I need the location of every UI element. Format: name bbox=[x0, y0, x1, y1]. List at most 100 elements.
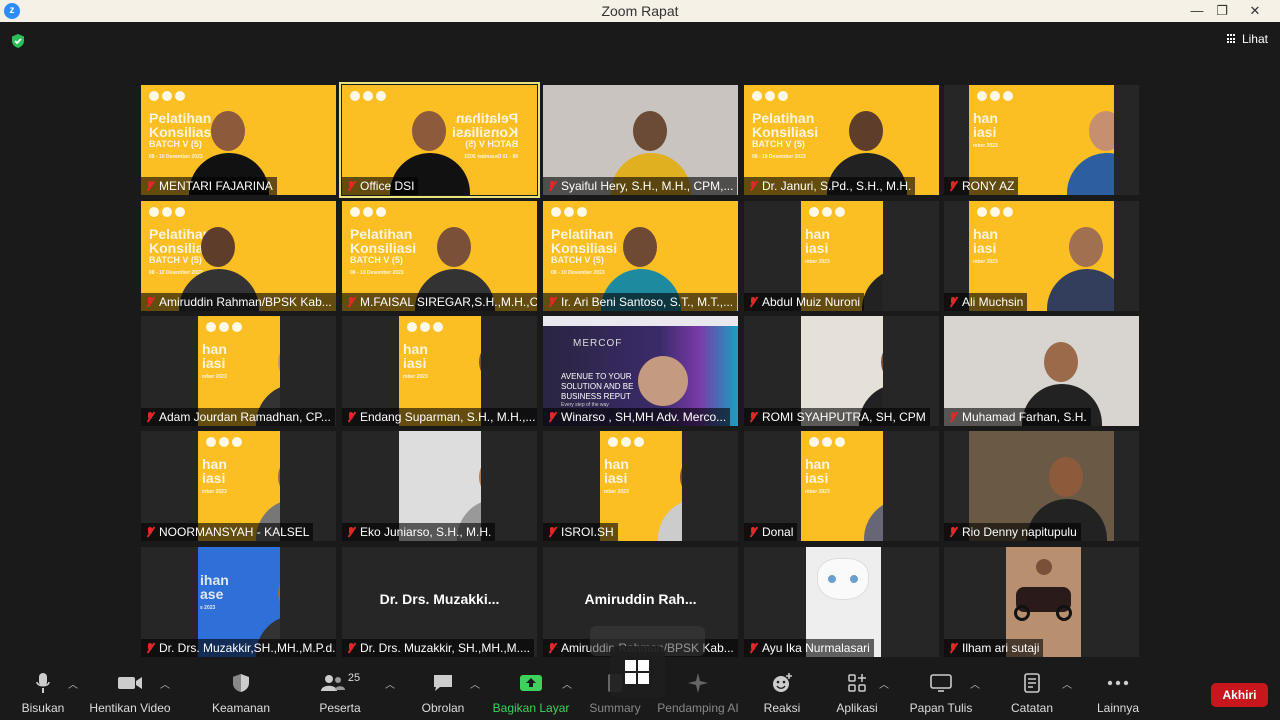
mic-muted-icon bbox=[748, 642, 758, 654]
audio-options-caret[interactable]: ︿ bbox=[68, 676, 78, 691]
participant-tile[interactable]: Pelatihan Konsiliasi BATCH V (5) 08 - 10 De… bbox=[141, 201, 336, 311]
participant-name-bar: Office DSI bbox=[342, 177, 419, 195]
mic-muted-icon bbox=[547, 296, 557, 308]
participant-name: Office DSI bbox=[360, 179, 415, 193]
mic-muted-icon bbox=[346, 180, 356, 192]
participant-tile[interactable]: han iasi mber 2023 Donal bbox=[744, 431, 939, 541]
participant-tile[interactable]: Dr. Drs. Muzakki... Dr. Drs. Muzakkir, SH… bbox=[342, 547, 537, 657]
title-bar: z Zoom Rapat — ❐ ✕ bbox=[0, 0, 1280, 22]
windows-start-overlay[interactable] bbox=[610, 646, 665, 698]
mic-muted-icon bbox=[748, 180, 758, 192]
participant-tile[interactable]: han iasi mber 2023 Abdul Muiz Nuroni bbox=[744, 201, 939, 311]
mic-muted-icon bbox=[547, 642, 557, 654]
end-meeting-button[interactable]: Akhiri bbox=[1211, 683, 1268, 707]
security-button[interactable]: Keamanan bbox=[196, 670, 286, 715]
shield-icon bbox=[233, 674, 249, 692]
participant-name: Syaiful Hery, S.H., M.H., CPM,... bbox=[561, 179, 734, 193]
mic-muted-icon bbox=[948, 526, 958, 538]
participant-name: Abdul Muiz Nuroni bbox=[762, 295, 861, 309]
banner-text: han iasi mber 2023 bbox=[202, 456, 227, 495]
participant-tile[interactable]: Ayu Ika Nurmalasari bbox=[744, 547, 939, 657]
participant-tile[interactable]: Pelatihan Konsiliasi BATCH V (5) 08 - 10 De… bbox=[342, 201, 537, 311]
ai-companion-button[interactable]: Pendamping AI bbox=[653, 670, 743, 715]
participant-tile[interactable]: Pelatihan Konsiliasi BATCH V (5) 08 - 10 De… bbox=[543, 201, 738, 311]
participant-name-bar: Donal bbox=[744, 523, 798, 541]
participant-name-bar: MENTARI FAJARINA bbox=[141, 177, 277, 195]
participant-name: Ilham ari sutaji bbox=[962, 641, 1040, 655]
participant-name: Adam Jourdan Ramadhan, CP... bbox=[159, 410, 331, 424]
banner-logos bbox=[608, 437, 644, 447]
participant-name: RONY AZ bbox=[962, 179, 1015, 193]
mic-muted-icon bbox=[748, 411, 758, 423]
banner-text: han iasi mber 2023 bbox=[805, 226, 830, 265]
participant-tile[interactable]: Muhamad Farhan, S.H. bbox=[944, 316, 1139, 426]
banner-text: han iasi mber 2023 bbox=[403, 341, 428, 380]
participant-name-bar: Ayu Ika Nurmalasari bbox=[744, 639, 874, 657]
mic-muted-icon bbox=[948, 642, 958, 654]
sparkle-icon bbox=[688, 673, 708, 693]
participant-name: Amiruddin Rahman/BPSK Kab... bbox=[159, 295, 332, 309]
whiteboard-options-caret[interactable]: ︿ bbox=[970, 676, 980, 691]
participant-name-bar: Dr. Drs. Muzakkir,SH.,MH.,M.P.d.,... bbox=[141, 639, 336, 657]
mic-muted-icon bbox=[547, 411, 557, 423]
mic-muted-icon bbox=[346, 642, 356, 654]
participant-tile[interactable]: han iasi mber 2023 RONY AZ bbox=[944, 85, 1139, 195]
participant-name-bar: Abdul Muiz Nuroni bbox=[744, 293, 865, 311]
participant-tile[interactable]: ROMI SYAHPUTRA, SH, CPM bbox=[744, 316, 939, 426]
banner-logos bbox=[206, 437, 242, 447]
participant-name-bar: ISROI.SH bbox=[543, 523, 618, 541]
participant-tile[interactable]: han iasi mber 2023 Endang Suparman, S.H., M… bbox=[342, 316, 537, 426]
participant-name: Ayu Ika Nurmalasari bbox=[762, 641, 870, 655]
more-button[interactable]: Lainnya bbox=[1073, 670, 1163, 715]
participant-tile[interactable]: Rio Denny napitupulu bbox=[944, 431, 1139, 541]
participant-body bbox=[862, 269, 883, 311]
participant-name-bar: Eko Juniarso, S.H., M.H. bbox=[342, 523, 496, 541]
participant-tile[interactable]: Ilham ari sutaji bbox=[944, 547, 1139, 657]
participant-tile[interactable]: Pelatihan Konsiliasi BATCH V (5) 08 - 10 De… bbox=[141, 85, 336, 195]
participant-tile[interactable]: Pelatihan Konsiliasi BATCH V (5) 08 - 10 De… bbox=[744, 85, 939, 195]
participant-name: Dr. Drs. Muzakkir,SH.,MH.,M.P.d.,... bbox=[159, 641, 336, 655]
apps-options-caret[interactable]: ︿ bbox=[879, 676, 889, 691]
participant-name: Endang Suparman, S.H., M.H.,... bbox=[360, 410, 536, 424]
participant-face bbox=[1049, 457, 1083, 497]
participant-face bbox=[881, 342, 883, 382]
banner-text: Pelatihan Konsiliasi BATCH V (5) 08 - 10 De… bbox=[149, 110, 216, 160]
notes-options-caret[interactable]: ︿ bbox=[1062, 676, 1072, 691]
share-screen-icon bbox=[520, 675, 542, 691]
participants-options-caret[interactable]: ︿ bbox=[385, 676, 395, 691]
participant-tile[interactable]: han iasi mber 2023 Ali Muchsin bbox=[944, 201, 1139, 311]
participant-tile[interactable]: ihan ase s 2023 Dr. Drs. Muzakkir,SH.,MH.,M… bbox=[141, 547, 336, 657]
participant-name: Donal bbox=[762, 525, 794, 539]
participant-tile[interactable]: han iasi mber 2023 NOORMANSYAH - KALSEL bbox=[141, 431, 336, 541]
banner-text: Pelatihan Konsiliasi BATCH V (5) 08 - 10 De… bbox=[752, 110, 819, 160]
banner-text: han iasi mber 2023 bbox=[973, 110, 998, 149]
video-options-caret[interactable]: ︿ bbox=[160, 676, 170, 691]
banner-text: han iasi mber 2023 bbox=[805, 456, 830, 495]
mic-muted-icon bbox=[748, 526, 758, 538]
chat-options-caret[interactable]: ︿ bbox=[470, 676, 480, 691]
close-button[interactable]: ✕ bbox=[1240, 1, 1270, 21]
banner-text: han iasi mber 2023 bbox=[604, 456, 629, 495]
banner-logos bbox=[977, 207, 1013, 217]
participant-name: ROMI SYAHPUTRA, SH, CPM bbox=[762, 410, 926, 424]
participants-button[interactable]: 25 Peserta bbox=[295, 670, 385, 715]
mic-muted-icon bbox=[948, 411, 958, 423]
view-button[interactable]: Lihat bbox=[1226, 32, 1268, 46]
participant-tile[interactable]: han iasi mber 2023 ISROI.SH bbox=[543, 431, 738, 541]
participant-tile[interactable]: MERCOF AVENUE TO YOUR SOLUTION AND BE BUSIN… bbox=[543, 316, 738, 426]
participant-tile[interactable]: Eko Juniarso, S.H., M.H. bbox=[342, 431, 537, 541]
video-gallery: Pelatihan Konsiliasi BATCH V (5) 08 - 10 De… bbox=[141, 82, 1139, 657]
participant-name-bar: Adam Jourdan Ramadhan, CP... bbox=[141, 408, 335, 426]
participant-tile[interactable]: Pelatihan Konsiliasi BATCH V (5) 08 - 10 De… bbox=[339, 82, 540, 198]
restore-button[interactable]: ❐ bbox=[1207, 1, 1237, 21]
participant-face bbox=[1044, 342, 1078, 382]
shared-brand: MERCOF bbox=[573, 338, 623, 349]
encryption-shield-icon[interactable] bbox=[10, 33, 26, 49]
participant-tile[interactable]: Syaiful Hery, S.H., M.H., CPM,... bbox=[543, 85, 738, 195]
participant-name-bar: Muhamad Farhan, S.H. bbox=[944, 408, 1091, 426]
mic-muted-icon bbox=[948, 180, 958, 192]
participant-tile[interactable]: han iasi mber 2023 Adam Jourdan Ramadhan, C… bbox=[141, 316, 336, 426]
mic-muted-icon bbox=[948, 296, 958, 308]
whiteboard-icon bbox=[930, 674, 952, 692]
mic-muted-icon bbox=[547, 180, 557, 192]
